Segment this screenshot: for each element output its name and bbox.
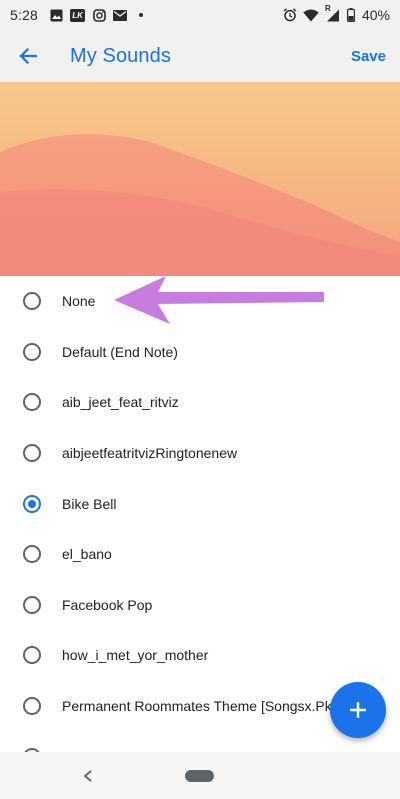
radio-button-selected[interactable] bbox=[23, 494, 41, 513]
sound-label: aib_jeet_feat_ritviz bbox=[62, 394, 179, 411]
page-title: My Sounds bbox=[70, 44, 171, 67]
alarm-icon bbox=[283, 8, 297, 22]
radio-button[interactable] bbox=[23, 595, 41, 614]
radio-button[interactable] bbox=[23, 697, 41, 716]
plus-icon bbox=[350, 702, 366, 718]
back-button[interactable] bbox=[0, 30, 56, 82]
instagram-icon bbox=[92, 8, 106, 22]
sound-row[interactable]: None bbox=[0, 276, 400, 327]
sound-label: Permanent Roommates Theme [Songsx.Pk] bbox=[62, 698, 336, 715]
status-time: 5:28 bbox=[10, 7, 39, 23]
sound-row[interactable]: Bike Bell bbox=[0, 478, 400, 529]
sound-row[interactable]: aibjeetfeatritvizRingtonenew bbox=[0, 428, 400, 479]
sound-row[interactable]: aib_jeet_feat_ritviz bbox=[0, 377, 400, 428]
battery-percent: 40% bbox=[361, 7, 390, 23]
status-right: R 40% bbox=[283, 4, 390, 23]
radio-button[interactable] bbox=[23, 545, 41, 564]
navigation-bar bbox=[0, 752, 400, 799]
chevron-left-icon bbox=[83, 770, 92, 782]
status-left: 5:28 LK bbox=[10, 7, 148, 23]
sound-row[interactable]: el_bano bbox=[0, 529, 400, 580]
sound-banner-image bbox=[0, 82, 400, 276]
sound-label: Bike Bell bbox=[62, 495, 117, 512]
nav-back-button[interactable] bbox=[78, 766, 98, 786]
app-bar: My Sounds Save bbox=[0, 30, 400, 82]
wifi-icon bbox=[303, 8, 319, 22]
battery-icon bbox=[347, 8, 356, 22]
sound-label: Default (End Note) bbox=[62, 343, 178, 360]
image-icon bbox=[49, 8, 63, 22]
radio-button[interactable] bbox=[23, 646, 41, 665]
radio-button[interactable] bbox=[23, 292, 41, 311]
banner-artwork bbox=[0, 134, 400, 276]
status-bar: 5:28 LK R 40% bbox=[0, 0, 400, 30]
save-button[interactable]: Save bbox=[349, 40, 388, 73]
radio-button[interactable] bbox=[23, 444, 41, 463]
add-sound-button[interactable] bbox=[330, 682, 386, 738]
sound-label: Facebook Pop bbox=[62, 596, 153, 613]
sound-row[interactable]: Facebook Pop bbox=[0, 580, 400, 631]
dot-icon bbox=[134, 8, 148, 22]
sound-label: how_i_met_yor_mother bbox=[62, 647, 209, 664]
sound-label: aibjeetfeatritvizRingtonenew bbox=[62, 445, 238, 462]
lk-app-icon: LK bbox=[70, 8, 86, 22]
sound-label: None bbox=[62, 293, 96, 310]
sound-row[interactable]: Default (End Note) bbox=[0, 327, 400, 378]
signal-icon: R bbox=[325, 4, 341, 22]
sound-label: el_bano bbox=[62, 546, 112, 563]
sound-row[interactable]: how_i_met_yor_mother bbox=[0, 630, 400, 681]
radio-button[interactable] bbox=[23, 393, 41, 412]
arrow-left-icon bbox=[19, 47, 37, 65]
mail-icon bbox=[113, 8, 128, 22]
sound-list: None Default (End Note) aib_jeet_feat_ritv… bbox=[0, 276, 400, 756]
roaming-mark: R bbox=[324, 4, 331, 13]
radio-button[interactable] bbox=[23, 342, 41, 361]
nav-home-pill[interactable] bbox=[185, 770, 214, 782]
